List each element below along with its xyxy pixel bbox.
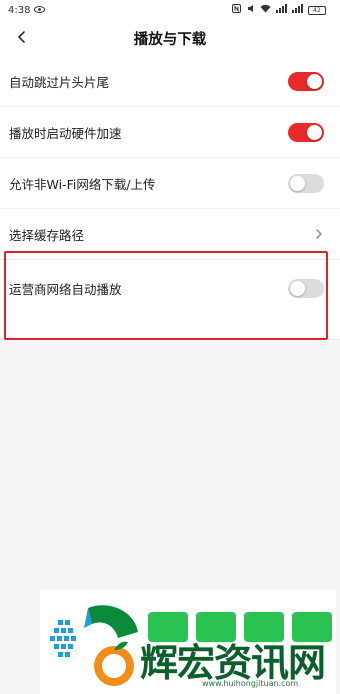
mute-icon bbox=[246, 4, 255, 16]
signal-icon bbox=[276, 4, 287, 16]
setting-non-wifi-download[interactable]: 允许非Wi-Fi网络下载/上传 bbox=[0, 158, 340, 209]
setting-label: 运营商网络自动播放 bbox=[9, 281, 122, 297]
setting-hardware-accel[interactable]: 播放时启动硬件加速 bbox=[0, 107, 340, 158]
battery-icon: 42 bbox=[308, 5, 326, 15]
settings-list: 自动跳过片头片尾 播放时启动硬件加速 允许非Wi-Fi网络下载/上传 选择缓存路… bbox=[0, 56, 340, 340]
signal-icon-2 bbox=[292, 4, 303, 16]
page-title: 播放与下载 bbox=[133, 31, 207, 48]
watermark: 辉宏资讯网 www.huihongjituan.com bbox=[40, 590, 336, 694]
setting-cache-path[interactable]: 选择缓存路径 bbox=[0, 209, 340, 260]
setting-skip-intro[interactable]: 自动跳过片头片尾 bbox=[0, 56, 340, 107]
status-bar: 4:38 42 bbox=[0, 0, 340, 20]
watermark-logo-icon bbox=[50, 605, 138, 686]
nfc-icon bbox=[232, 4, 241, 16]
app-header: 播放与下载 bbox=[0, 20, 340, 56]
hardware-accel-toggle[interactable] bbox=[288, 122, 324, 142]
setting-label: 允许非Wi-Fi网络下载/上传 bbox=[9, 176, 156, 192]
back-button[interactable] bbox=[14, 29, 30, 45]
wifi-icon bbox=[260, 4, 271, 16]
eye-icon bbox=[34, 5, 46, 16]
watermark-url: www.huihongjituan.com bbox=[202, 679, 299, 688]
setting-label: 选择缓存路径 bbox=[9, 227, 85, 243]
non-wifi-download-toggle[interactable] bbox=[288, 173, 324, 193]
chevron-left-icon bbox=[18, 31, 25, 43]
carrier-autoplay-toggle[interactable] bbox=[288, 278, 324, 298]
status-time: 4:38 bbox=[8, 4, 31, 16]
chevron-right-icon bbox=[316, 229, 322, 239]
settings-screen: 4:38 42 播放与下载 自动跳过片头片尾 播放时启动硬件加速 允许非Wi-F… bbox=[0, 0, 340, 694]
setting-label: 播放时启动硬件加速 bbox=[9, 125, 122, 141]
setting-label: 自动跳过片头片尾 bbox=[9, 74, 110, 90]
skip-intro-toggle[interactable] bbox=[288, 71, 324, 91]
setting-carrier-autoplay[interactable]: 运营商网络自动播放 bbox=[0, 260, 340, 316]
